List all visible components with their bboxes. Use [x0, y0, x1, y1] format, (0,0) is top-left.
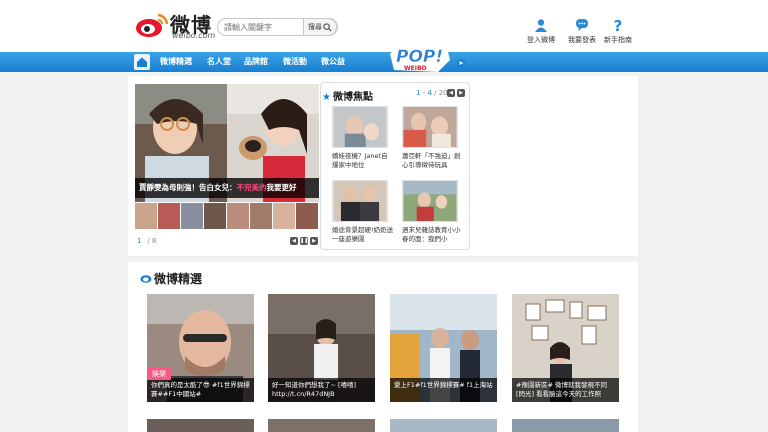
login-label: 登入微博: [527, 36, 555, 44]
focus-item-text: 嬌娃夜機？Janet自爆家中地位: [332, 152, 388, 169]
hero-page-sep: /: [147, 237, 150, 245]
search-input[interactable]: [224, 20, 300, 35]
hero-pager: 1 /8: [137, 237, 156, 245]
pop-weibo-logo[interactable]: POP! WEIBO: [388, 40, 466, 74]
section-title: 微博精選: [154, 272, 203, 286]
hero-thumbnail[interactable]: [273, 203, 295, 229]
featured-card[interactable]: #豫園新區# 微博就我發現不同 [閃光] 看看臉這今天的工作照: [512, 294, 619, 402]
guide-action[interactable]: ? 新手指南: [598, 18, 638, 45]
weibo-small-logo-icon: [140, 275, 152, 283]
hero-thumbnail[interactable]: [135, 203, 157, 229]
focus-item[interactable]: 嬌娃夜機？Janet自爆家中地位: [332, 106, 392, 169]
focus-item-image: [402, 106, 458, 148]
svg-text:?: ?: [614, 18, 623, 32]
main-nav: 微博精選 名人堂 品牌館 微活動 微公益: [0, 52, 768, 72]
focus-item-image: [332, 180, 388, 222]
featured-card-next-row[interactable]: [268, 419, 375, 432]
hero-thumbnail[interactable]: [296, 203, 318, 229]
hero-caption[interactable]: 賈靜雯為母則強！告白女兒：不完美的我要更好: [135, 178, 319, 198]
focus-page-sep: /: [434, 89, 437, 97]
hero-caption-main: 賈靜雯為母則強！告白女兒：: [139, 183, 237, 192]
pause-icon[interactable]: ❚❚: [300, 237, 308, 245]
hero-page-total: 8: [151, 237, 157, 245]
focus-pager: 1 - 4 / 20: [416, 89, 448, 97]
hero-caption-tail: 我要更好: [266, 183, 297, 192]
nav-item-event[interactable]: 微活動: [283, 52, 307, 72]
home-icon: [137, 57, 147, 67]
top-header: 微博 weibo.com 搜尋 登入微博 我要發表 ? 新手指南: [0, 0, 768, 52]
next-icon[interactable]: ▶: [310, 237, 318, 245]
nav-item-featured[interactable]: 微博精選: [160, 52, 192, 72]
hero-caption-highlight: 不完美的: [236, 183, 267, 192]
post-label: 我要發表: [568, 36, 596, 44]
category-tag[interactable]: 娛樂: [147, 368, 171, 380]
hero-thumbnail[interactable]: [250, 203, 272, 229]
nav-home-button[interactable]: [134, 54, 150, 70]
focus-item[interactable]: 蕭亞軒「不強迫」創心引導徵待玩具: [402, 106, 462, 169]
hero-thumbnail[interactable]: [181, 203, 203, 229]
featured-card-next-row[interactable]: [390, 419, 497, 432]
focus-title: ★ 微博焦點: [322, 88, 373, 103]
focus-title-text: 微博焦點: [332, 92, 373, 103]
featured-card-caption: 愛上F1#f1世界錦標賽# f1上海站: [390, 378, 497, 402]
pop-logo-sub: WEIBO: [404, 65, 427, 72]
focus-item-text: 婚途背景超硬!奶奶送一座遊樂園: [332, 226, 394, 243]
search-button[interactable]: 搜尋: [303, 18, 337, 36]
hero-thumbnail[interactable]: [204, 203, 226, 229]
featured-card-caption: 你們真的是太酷了😎 #f1世界錦標賽##F1中國站#: [147, 378, 254, 402]
guide-label: 新手指南: [604, 36, 632, 44]
nav-item-brand[interactable]: 品牌館: [244, 52, 268, 72]
hero-thumbnails: [135, 203, 319, 229]
prev-icon[interactable]: ◀: [290, 237, 298, 245]
post-action[interactable]: 我要發表: [562, 18, 602, 45]
logo-domain: weibo.com: [172, 31, 216, 40]
search-icon: [323, 23, 332, 32]
weibo-logo[interactable]: 微博 weibo.com: [134, 9, 216, 41]
hero-page-current: 1: [137, 237, 142, 245]
focus-page-range: 1 - 4: [416, 89, 432, 97]
question-icon: ?: [614, 18, 623, 32]
search-button-label: 搜尋: [308, 23, 322, 31]
focus-item-text: 蕭亞軒「不強迫」創心引導徵待玩具: [402, 152, 461, 169]
hero-thumbnail[interactable]: [227, 203, 249, 229]
focus-next-icon[interactable]: ▶: [457, 89, 465, 97]
pop-logo-text: POP!: [396, 47, 443, 67]
featured-card-next-row[interactable]: [147, 419, 254, 432]
nav-item-celebrity[interactable]: 名人堂: [207, 52, 231, 72]
featured-card-caption: 好一知道你們想我了~ [嘻嘻] http://t.cn/R47dNJB: [268, 378, 375, 402]
focus-item-image: [332, 106, 388, 148]
focus-item[interactable]: 婚途背景超硬!奶奶送一座遊樂園: [332, 180, 393, 243]
focus-item-text: 週末兒雜誌教育小小春的面：我們小: [402, 226, 461, 243]
featured-card[interactable]: 你們真的是太酷了😎 #f1世界錦標賽##F1中國站#: [147, 294, 254, 402]
search-box: 搜尋: [217, 18, 338, 36]
focus-item-image: [402, 180, 458, 222]
featured-card[interactable]: 好一知道你們想我了~ [嘻嘻] http://t.cn/R47dNJB: [268, 294, 375, 402]
user-icon: [535, 19, 547, 32]
featured-card-next-row[interactable]: [512, 419, 619, 432]
featured-card-caption: #豫園新區# 微博就我發現不同 [閃光] 看看臉這今天的工作照: [512, 378, 619, 402]
login-action[interactable]: 登入微博: [521, 18, 561, 45]
focus-prev-icon[interactable]: ◀: [447, 89, 455, 97]
hero-thumbnail[interactable]: [158, 203, 180, 229]
featured-card[interactable]: 愛上F1#f1世界錦標賽# f1上海站: [390, 294, 497, 402]
star-icon: ★: [322, 92, 331, 103]
focus-item[interactable]: 週末兒雜誌教育小小春的面：我們小: [402, 180, 462, 243]
nav-item-charity[interactable]: 微公益: [321, 52, 345, 72]
chat-bubble-icon: [576, 19, 588, 31]
weibo-eye-logo-icon: [136, 13, 169, 37]
